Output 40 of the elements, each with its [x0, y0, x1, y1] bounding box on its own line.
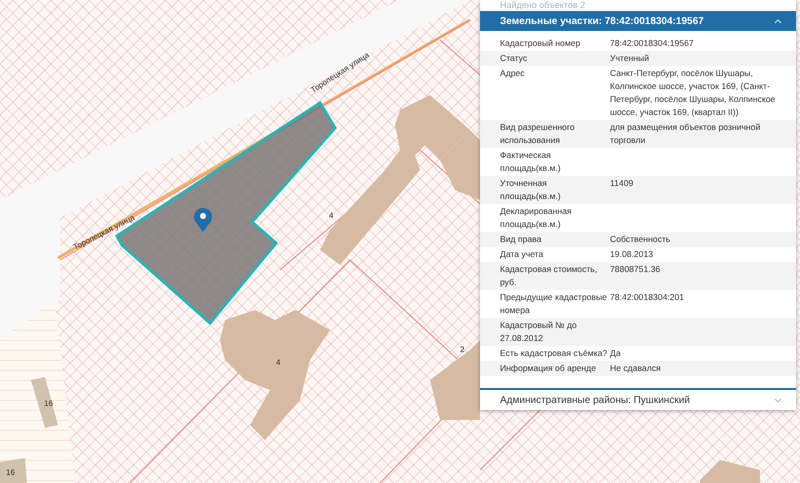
section-header[interactable]: Земельные участки: 78:42:0018304:19567 — [480, 11, 796, 31]
caret-icon — [774, 398, 782, 402]
selected-parcel[interactable] — [115, 100, 337, 326]
field-label: Кадастровый № до 27.08.2012 — [500, 319, 578, 345]
field-value: для размещения объектов розничной торговли — [610, 121, 762, 147]
field-label: Статус — [500, 52, 528, 65]
field-label: Дата учета — [500, 248, 544, 261]
field-value: 19.08.2013 — [610, 248, 654, 261]
field-value: Да — [610, 347, 622, 360]
building-number: 16 — [6, 468, 15, 477]
field-label: Декларированная площадь(кв.м.) — [500, 205, 573, 231]
field-value: 78:42:0018304:201 — [610, 291, 686, 304]
results-count: Найдено объектов 2 — [499, 0, 586, 11]
field-value: 78:42:0018304:19567 — [610, 37, 695, 50]
field-value: Санкт-Петербург, посёлок Шушары, Колпинское шоссе, участок 169, (Санкт-Петербург, посёлок Шушары, Колпинское шоссе, участок 169, (квартал II)) — [610, 67, 776, 119]
field-value: Учтенный — [610, 52, 650, 65]
building-number: 4 — [276, 358, 280, 367]
field-label: Информация об аренде — [500, 362, 597, 375]
small-building-drawing — [0, 458, 27, 483]
caret-icon — [774, 18, 782, 24]
field-label: Кадастровая стоимость, руб. — [500, 263, 598, 289]
building-number: 4 — [329, 211, 334, 220]
field-label: Адрес — [500, 67, 526, 80]
field-label: Кадастровый номер — [500, 37, 582, 50]
field-label: Есть кадастровая съёмка? — [500, 347, 608, 360]
field-value: 78808751.36 — [610, 263, 662, 276]
section-header[interactable]: Административные районы: Пушкинский — [480, 388, 796, 410]
location-pin-icon[interactable] — [194, 208, 212, 232]
field-value: Собственность — [610, 233, 672, 246]
field-label: Вид права — [500, 233, 542, 246]
field-label: Фактическая площадь(кв.м.) — [500, 149, 562, 175]
building-number: 2 — [460, 345, 464, 354]
building-number: 16 — [44, 399, 53, 408]
field-label: Уточненная площадь(кв.м.) — [500, 177, 562, 203]
small-building-drawing — [31, 377, 58, 428]
field-label: Предыдущие кадастровые номера — [500, 291, 608, 317]
building-footprint — [700, 460, 760, 483]
field-value: 11409 — [610, 177, 634, 190]
field-label: Вид разрешенного использования — [500, 121, 576, 147]
field-value: Не сдавался — [610, 362, 662, 375]
